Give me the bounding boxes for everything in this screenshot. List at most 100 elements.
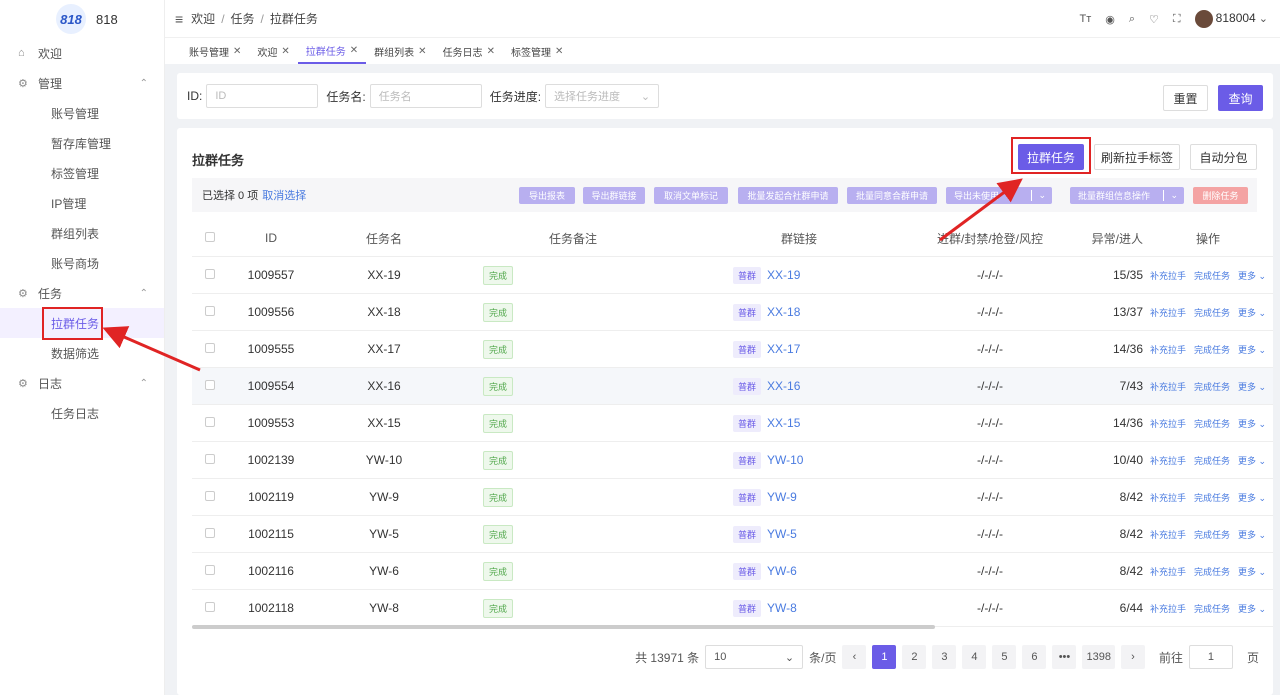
- page-size-select[interactable]: 10 ⌄: [705, 645, 804, 669]
- sidebar-item-filter[interactable]: 数据筛选: [0, 338, 164, 368]
- group-link[interactable]: XX-15: [767, 416, 800, 430]
- group-link[interactable]: YW-8: [767, 601, 797, 615]
- theme-icon[interactable]: ♡: [1149, 13, 1159, 26]
- tab-task-log[interactable]: 任务日志 ✕: [435, 38, 503, 64]
- complete-task-link[interactable]: 完成任务: [1194, 308, 1230, 318]
- reset-button[interactable]: 重置: [1163, 85, 1208, 111]
- row-checkbox[interactable]: [204, 380, 215, 390]
- add-puller-link[interactable]: 补充拉手: [1150, 567, 1186, 577]
- chevron-down-icon[interactable]: ⌄: [1031, 190, 1052, 201]
- github-icon[interactable]: ◉: [1105, 13, 1115, 26]
- close-icon[interactable]: ✕: [555, 46, 563, 57]
- tab-groups[interactable]: 群组列表 ✕: [366, 38, 434, 64]
- tab-welcome[interactable]: 欢迎 ✕: [249, 38, 297, 64]
- tab-tags[interactable]: 标签管理 ✕: [503, 38, 571, 64]
- complete-task-link[interactable]: 完成任务: [1194, 345, 1230, 355]
- sidebar-group-log[interactable]: ⚙ 日志 ⌃: [0, 368, 164, 398]
- goto-input[interactable]: 1: [1188, 645, 1233, 669]
- page-button[interactable]: 5: [992, 645, 1017, 669]
- row-checkbox[interactable]: [204, 417, 215, 427]
- export-unused-button[interactable]: 导出未使用 ⌄: [946, 187, 1052, 204]
- row-checkbox[interactable]: [204, 306, 215, 316]
- complete-task-link[interactable]: 完成任务: [1194, 530, 1230, 540]
- complete-task-link[interactable]: 完成任务: [1194, 419, 1230, 429]
- sidebar-item-account[interactable]: 账号管理: [0, 98, 164, 128]
- cancel-mark-button[interactable]: 取消文单标记: [654, 187, 728, 204]
- sidebar-item-ip[interactable]: IP管理: [0, 188, 164, 218]
- group-link[interactable]: YW-10: [767, 453, 803, 467]
- close-icon[interactable]: ✕: [281, 46, 289, 57]
- refresh-tag-button[interactable]: 刷新拉手标签: [1094, 144, 1180, 170]
- query-button[interactable]: 查询: [1218, 85, 1263, 111]
- more-menu[interactable]: 更多 ⌄: [1238, 604, 1266, 614]
- more-menu[interactable]: 更多 ⌄: [1238, 345, 1266, 355]
- complete-task-link[interactable]: 完成任务: [1194, 567, 1230, 577]
- add-puller-link[interactable]: 补充拉手: [1150, 345, 1186, 355]
- row-checkbox[interactable]: [204, 565, 215, 575]
- more-menu[interactable]: 更多 ⌄: [1238, 382, 1266, 392]
- page-button[interactable]: 2: [902, 645, 927, 669]
- add-puller-link[interactable]: 补充拉手: [1150, 530, 1186, 540]
- page-button[interactable]: 4: [962, 645, 987, 669]
- add-puller-link[interactable]: 补充拉手: [1150, 308, 1186, 318]
- add-puller-link[interactable]: 补充拉手: [1150, 456, 1186, 466]
- more-menu[interactable]: 更多 ⌄: [1238, 456, 1266, 466]
- row-checkbox[interactable]: [204, 528, 215, 538]
- menu-toggle-icon[interactable]: ≡: [175, 11, 183, 27]
- more-menu[interactable]: 更多 ⌄: [1238, 567, 1266, 577]
- tab-account[interactable]: 账号管理 ✕: [181, 38, 249, 64]
- more-menu[interactable]: 更多 ⌄: [1238, 493, 1266, 503]
- add-puller-link[interactable]: 补充拉手: [1150, 271, 1186, 281]
- row-checkbox[interactable]: [204, 491, 215, 501]
- breadcrumb-item[interactable]: 任务: [231, 12, 255, 26]
- select-all-checkbox[interactable]: [204, 232, 215, 242]
- export-link-button[interactable]: 导出群链接: [583, 187, 645, 204]
- group-link[interactable]: YW-9: [767, 490, 797, 504]
- group-link[interactable]: XX-17: [767, 342, 800, 356]
- export-report-button[interactable]: 导出报表: [519, 187, 575, 204]
- name-input[interactable]: 任务名: [369, 84, 482, 108]
- row-checkbox[interactable]: [204, 269, 215, 279]
- bulk-approve-button[interactable]: 批量同意合群申请: [847, 187, 937, 204]
- horizontal-scrollbar[interactable]: [192, 625, 935, 629]
- complete-task-link[interactable]: 完成任务: [1194, 456, 1230, 466]
- complete-task-link[interactable]: 完成任务: [1194, 271, 1230, 281]
- close-icon[interactable]: ✕: [350, 45, 358, 56]
- auto-split-button[interactable]: 自动分包: [1190, 144, 1257, 170]
- group-link[interactable]: XX-16: [767, 379, 800, 393]
- page-button[interactable]: 6: [1022, 645, 1047, 669]
- group-link[interactable]: XX-18: [767, 305, 800, 319]
- complete-task-link[interactable]: 完成任务: [1194, 604, 1230, 614]
- add-puller-link[interactable]: 补充拉手: [1150, 419, 1186, 429]
- breadcrumb-item[interactable]: 欢迎: [191, 12, 215, 26]
- search-icon[interactable]: ⌕: [1129, 13, 1135, 26]
- font-size-icon[interactable]: Tт: [1079, 13, 1091, 25]
- more-menu[interactable]: 更多 ⌄: [1238, 308, 1266, 318]
- cancel-select-link[interactable]: 取消选择: [262, 187, 306, 203]
- more-menu[interactable]: 更多 ⌄: [1238, 271, 1266, 281]
- close-icon[interactable]: ✕: [233, 46, 241, 57]
- sidebar-group-manage[interactable]: ⚙ 管理 ⌃: [0, 68, 164, 98]
- chevron-down-icon[interactable]: ⌄: [1163, 190, 1184, 201]
- row-checkbox[interactable]: [204, 602, 215, 612]
- user-menu[interactable]: 818004 ⌄: [1194, 10, 1268, 28]
- more-menu[interactable]: 更多 ⌄: [1238, 530, 1266, 540]
- row-checkbox[interactable]: [204, 343, 215, 353]
- add-puller-link[interactable]: 补充拉手: [1150, 604, 1186, 614]
- sidebar-item-storage[interactable]: 暂存库管理: [0, 128, 164, 158]
- more-pages-button[interactable]: •••: [1052, 645, 1077, 669]
- sidebar-item-task-log[interactable]: 任务日志: [0, 398, 164, 428]
- sidebar-item-groups[interactable]: 群组列表: [0, 218, 164, 248]
- row-checkbox[interactable]: [204, 454, 215, 464]
- sidebar-item-market[interactable]: 账号商场: [0, 248, 164, 278]
- complete-task-link[interactable]: 完成任务: [1194, 493, 1230, 503]
- page-button[interactable]: 3: [932, 645, 957, 669]
- group-link[interactable]: YW-6: [767, 564, 797, 578]
- prev-page-button[interactable]: ‹: [842, 645, 867, 669]
- group-link[interactable]: YW-5: [767, 527, 797, 541]
- id-input[interactable]: ID: [206, 84, 319, 108]
- delete-task-button[interactable]: 删除任务: [1193, 187, 1248, 204]
- close-icon[interactable]: ✕: [418, 46, 426, 57]
- complete-task-link[interactable]: 完成任务: [1194, 382, 1230, 392]
- bulk-merge-request-button[interactable]: 批量发起合社群申请: [738, 187, 838, 204]
